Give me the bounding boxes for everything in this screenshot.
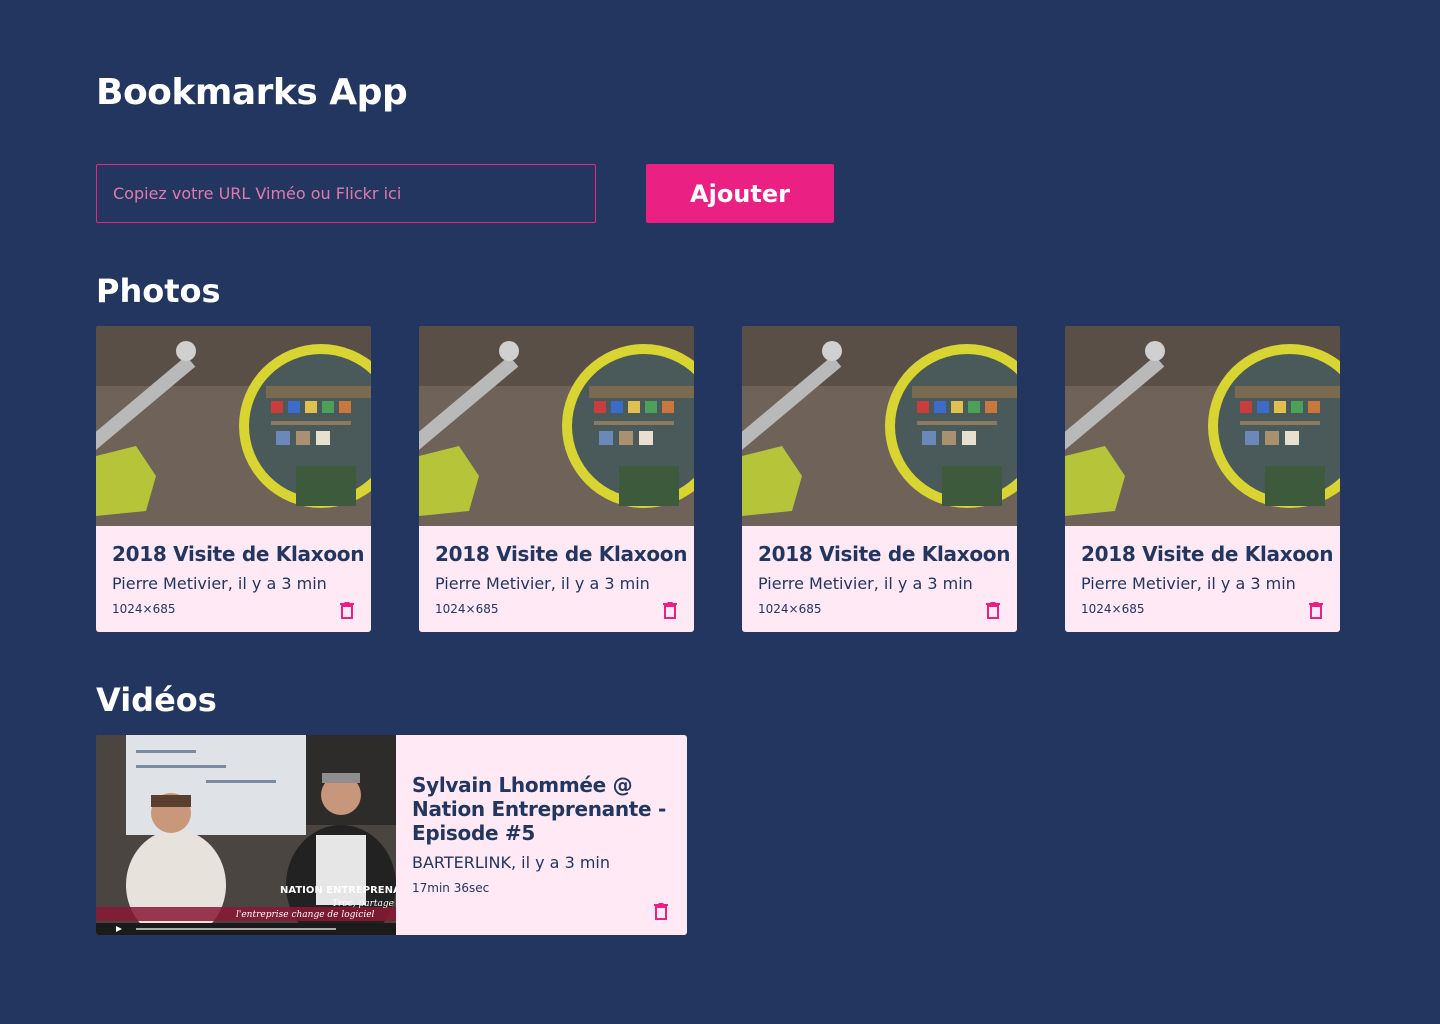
photo-author: Pierre Metivier, il y a 3 min bbox=[112, 574, 327, 593]
video-thumbnail[interactable]: NATION ENTREPRENANTE Troc, partage l'ent… bbox=[96, 735, 396, 935]
photo-thumbnail bbox=[742, 326, 1017, 526]
photo-title: 2018 Visite de Klaxoon bbox=[758, 542, 1011, 566]
videos-section-title: Vidéos bbox=[96, 681, 217, 719]
trash-icon bbox=[340, 601, 354, 619]
photo-thumbnail bbox=[1065, 326, 1340, 526]
photos-section-title: Photos bbox=[96, 272, 221, 310]
trash-icon bbox=[654, 902, 668, 920]
photo-title: 2018 Visite de Klaxoon bbox=[112, 542, 365, 566]
photo-dimensions: 1024×685 bbox=[435, 602, 499, 616]
photo-thumbnail bbox=[96, 326, 371, 526]
app-title: Bookmarks App bbox=[96, 72, 408, 113]
trash-icon bbox=[986, 601, 1000, 619]
delete-button[interactable] bbox=[983, 600, 1003, 620]
video-overlay-subtitle-1: Troc, partage bbox=[332, 899, 394, 909]
delete-button[interactable] bbox=[337, 600, 357, 620]
photo-thumbnail bbox=[419, 326, 694, 526]
photo-dimensions: 1024×685 bbox=[1081, 602, 1145, 616]
delete-button[interactable] bbox=[660, 600, 680, 620]
photo-card[interactable]: 2018 Visite de Klaxoon Pierre Metivier, … bbox=[1065, 326, 1340, 632]
photo-title: 2018 Visite de Klaxoon bbox=[1081, 542, 1334, 566]
photo-card[interactable]: 2018 Visite de Klaxoon Pierre Metivier, … bbox=[742, 326, 1017, 632]
photo-card[interactable]: 2018 Visite de Klaxoon Pierre Metivier, … bbox=[419, 326, 694, 632]
photo-card[interactable]: 2018 Visite de Klaxoon Pierre Metivier, … bbox=[96, 326, 371, 632]
video-duration: 17min 36sec bbox=[412, 881, 490, 895]
photo-author: Pierre Metivier, il y a 3 min bbox=[1081, 574, 1296, 593]
photo-author: Pierre Metivier, il y a 3 min bbox=[758, 574, 973, 593]
photo-title: 2018 Visite de Klaxoon bbox=[435, 542, 688, 566]
add-button[interactable]: Ajouter bbox=[646, 164, 834, 223]
video-overlay-subtitle-2: l'entreprise change de logiciel bbox=[236, 910, 375, 920]
trash-icon bbox=[663, 601, 677, 619]
video-overlay-title: NATION ENTREPRENANTE bbox=[280, 885, 396, 896]
delete-button[interactable] bbox=[651, 901, 671, 921]
photo-dimensions: 1024×685 bbox=[112, 602, 176, 616]
photo-author: Pierre Metivier, il y a 3 min bbox=[435, 574, 650, 593]
trash-icon bbox=[1309, 601, 1323, 619]
video-author: BARTERLINK, il y a 3 min bbox=[412, 853, 610, 872]
video-title: Sylvain Lhommée @ Nation Entreprenante -… bbox=[412, 773, 666, 845]
url-input[interactable] bbox=[96, 164, 596, 223]
video-card[interactable]: NATION ENTREPRENANTE Troc, partage l'ent… bbox=[96, 735, 687, 935]
delete-button[interactable] bbox=[1306, 600, 1326, 620]
photo-dimensions: 1024×685 bbox=[758, 602, 822, 616]
